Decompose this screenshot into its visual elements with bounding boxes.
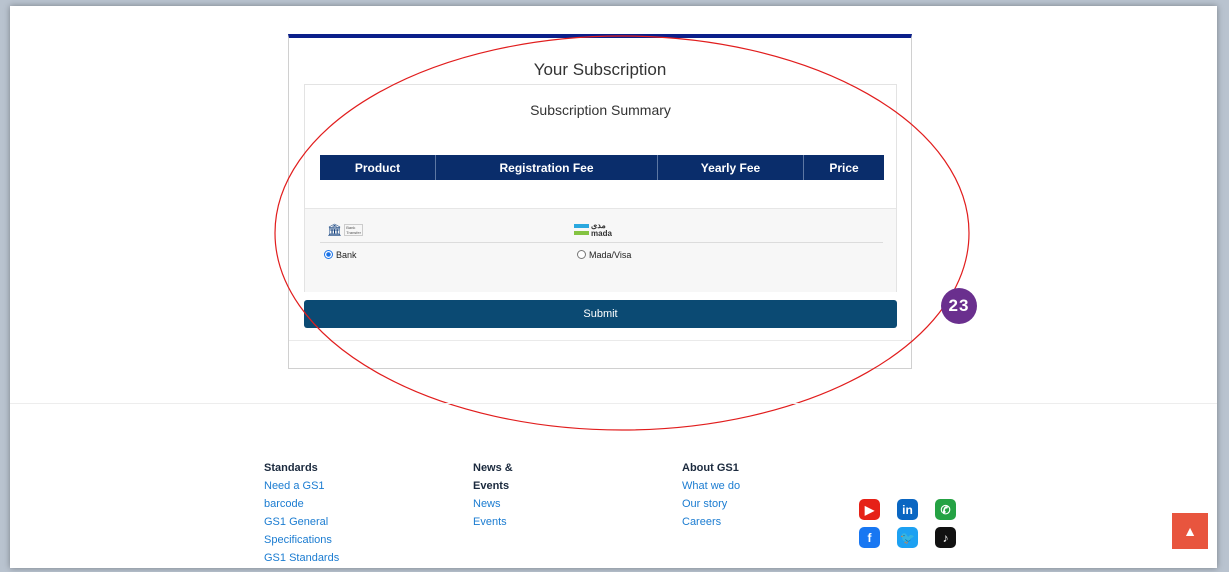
facebook-icon[interactable]: f [859,527,880,548]
browser-viewport: Your Subscription Subscription Summary P… [10,6,1217,568]
footer-heading-events: Events [473,480,510,492]
chevron-up-icon: ▲ [1183,523,1197,539]
footer-link[interactable]: GS1 General [264,513,339,531]
annotation-ellipse-shape [274,35,970,431]
footer-link[interactable]: GS1 Standards [264,549,339,567]
footer-column-standards: Standards Need a GS1 barcode GS1 General… [264,459,339,567]
footer-heading-standards: Standards [264,462,318,474]
linkedin-icon[interactable]: in [897,499,918,520]
footer-column-news-events: News & Events News Events [473,459,513,531]
footer-link[interactable]: Need a GS1 [264,477,339,495]
footer-link[interactable]: Our story [682,495,740,513]
annotation-ellipse [274,35,970,431]
twitter-icon[interactable]: 🐦 [897,527,918,548]
tiktok-icon[interactable]: ♪ [935,527,956,548]
footer-link[interactable]: What we do [682,477,740,495]
footer-link[interactable]: Specifications [264,531,339,549]
footer-link[interactable]: News [473,495,513,513]
footer-heading-about: About GS1 [682,462,739,474]
scroll-to-top-button[interactable]: ▲ [1172,513,1208,549]
footer-link[interactable]: Events [473,513,513,531]
footer-link[interactable]: barcode [264,495,339,513]
annotation-badge: 23 [941,288,977,324]
footer-divider [10,403,1217,404]
footer-link[interactable]: Careers [682,513,740,531]
whatsapp-icon[interactable]: ✆ [935,499,956,520]
youtube-icon[interactable]: ▶ [859,499,880,520]
footer-heading-news: News & [473,462,513,474]
footer-column-about: About GS1 What we do Our story Careers [682,459,740,531]
